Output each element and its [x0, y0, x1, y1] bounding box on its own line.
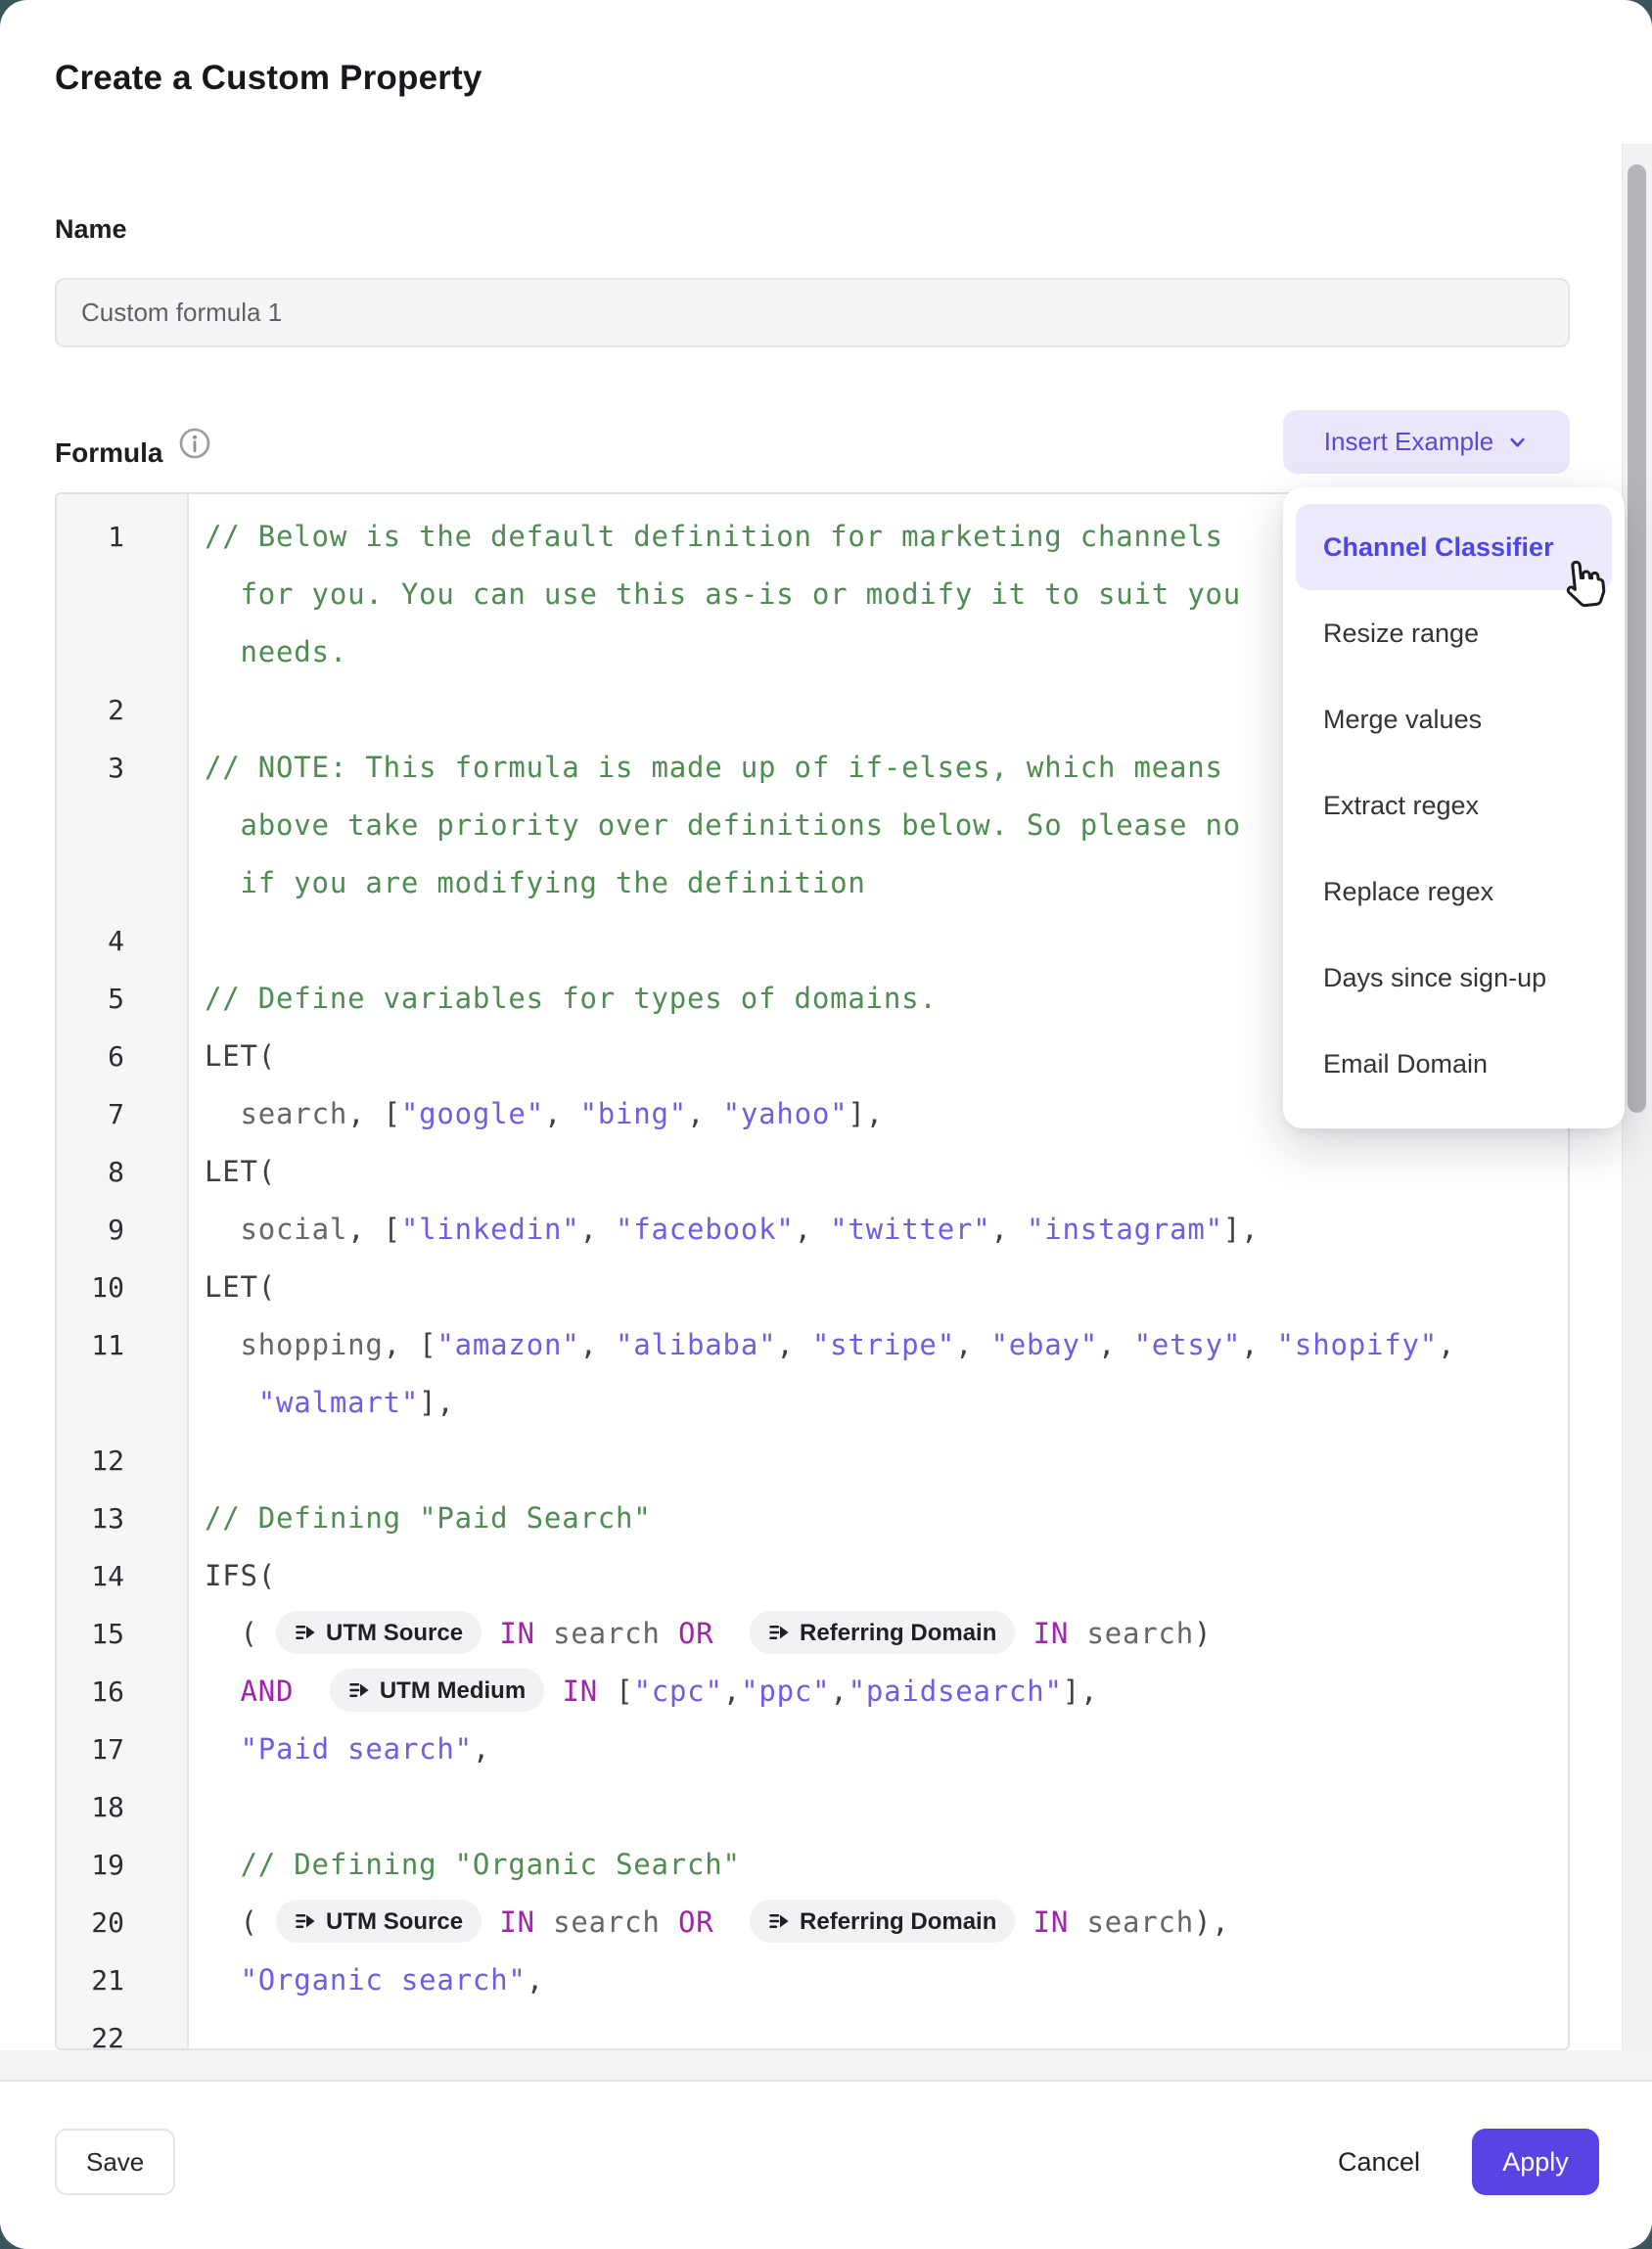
code-row: IFS(: [187, 1547, 1568, 1605]
info-icon[interactable]: [178, 427, 211, 460]
line-number: 11: [57, 1316, 187, 1432]
code-row: ( UTM Source IN search OR Referring Doma…: [187, 1605, 1568, 1663]
field-token-chip[interactable]: Referring Domain: [750, 1900, 1015, 1943]
line-number: 19: [57, 1836, 187, 1894]
code-row: "Organic search",: [187, 1951, 1568, 2009]
line-number: 8: [57, 1143, 187, 1201]
field-token-icon: [295, 1910, 316, 1932]
code-line: 15 ( UTM Source IN search OR Referring D…: [57, 1605, 1568, 1663]
menu-item-extract-regex[interactable]: Extract regex: [1296, 762, 1612, 849]
code-row: social, ["linkedin", "facebook", "twitte…: [187, 1201, 1568, 1259]
apply-button[interactable]: Apply: [1472, 2129, 1599, 2195]
line-number: 13: [57, 1490, 187, 1547]
field-token-chip[interactable]: UTM Source: [276, 1900, 482, 1943]
code-row: // Defining "Organic Search": [187, 1836, 1568, 1894]
line-number: 7: [57, 1085, 187, 1143]
code-line: 10LET(: [57, 1259, 1568, 1316]
code-row: LET(: [187, 1259, 1568, 1316]
field-token-chip[interactable]: Referring Domain: [750, 1611, 1015, 1654]
code-row: "Paid search",: [187, 1721, 1568, 1778]
line-number: 16: [57, 1663, 187, 1721]
code-line: 21 "Organic search",: [57, 1951, 1568, 2009]
code-line: 8LET(: [57, 1143, 1568, 1201]
code-line: 17 "Paid search",: [57, 1721, 1568, 1778]
line-number: 9: [57, 1201, 187, 1259]
code-line: 22: [57, 2009, 1568, 2050]
line-number: 4: [57, 912, 187, 970]
code-line: 20 ( UTM Source IN search OR Referring D…: [57, 1894, 1568, 1951]
create-custom-property-modal: Create a Custom Property Name Formula In…: [0, 0, 1652, 2249]
modal-title: Create a Custom Property: [55, 59, 482, 98]
code-row: shopping, ["amazon", "alibaba", "stripe"…: [187, 1316, 1568, 1374]
code-row: [187, 1432, 1568, 1490]
name-input[interactable]: [55, 278, 1570, 347]
code-line: 12: [57, 1432, 1568, 1490]
line-number: 21: [57, 1951, 187, 2009]
field-token-label: Referring Domain: [800, 1604, 996, 1662]
chevron-down-icon: [1506, 431, 1529, 453]
code-row: [187, 2009, 1568, 2050]
name-label: Name: [55, 214, 127, 245]
code-row: "walmart"],: [187, 1374, 1568, 1432]
field-token-icon: [295, 1622, 316, 1643]
field-token-icon: [348, 1679, 370, 1701]
field-token-icon: [768, 1910, 790, 1932]
code-row: // Defining "Paid Search": [187, 1490, 1568, 1547]
code-line: 13// Defining "Paid Search": [57, 1490, 1568, 1547]
field-token-chip[interactable]: UTM Medium: [330, 1669, 544, 1712]
code-line: 16 AND UTM Medium IN ["cpc","ppc","paids…: [57, 1663, 1568, 1721]
line-number: 18: [57, 1778, 187, 1836]
field-token-label: UTM Source: [326, 1604, 463, 1662]
insert-example-label: Insert Example: [1324, 427, 1493, 457]
menu-item-days-since-sign-up[interactable]: Days since sign-up: [1296, 935, 1612, 1021]
hand-cursor-icon: [1559, 557, 1608, 615]
menu-item-email-domain[interactable]: Email Domain: [1296, 1021, 1612, 1107]
line-number: 6: [57, 1028, 187, 1085]
formula-label: Formula: [55, 437, 162, 469]
vertical-scrollbar-track[interactable]: [1622, 144, 1652, 2050]
field-token-label: UTM Medium: [380, 1662, 526, 1720]
line-number: 15: [57, 1605, 187, 1663]
menu-item-replace-regex[interactable]: Replace regex: [1296, 849, 1612, 935]
line-number: 17: [57, 1721, 187, 1778]
line-number: 22: [57, 2009, 187, 2050]
line-number: 14: [57, 1547, 187, 1605]
line-number: 20: [57, 1894, 187, 1951]
line-number: 1: [57, 508, 187, 681]
line-number: 3: [57, 739, 187, 912]
code-line: 14IFS(: [57, 1547, 1568, 1605]
code-row: [187, 1778, 1568, 1836]
code-row: AND UTM Medium IN ["cpc","ppc","paidsear…: [187, 1663, 1568, 1721]
line-number: 10: [57, 1259, 187, 1316]
vertical-scrollbar-thumb[interactable]: [1628, 164, 1646, 1113]
code-row: ( UTM Source IN search OR Referring Doma…: [187, 1894, 1568, 1951]
menu-item-merge-values[interactable]: Merge values: [1296, 676, 1612, 762]
field-token-chip[interactable]: UTM Source: [276, 1611, 482, 1654]
code-row: LET(: [187, 1143, 1568, 1201]
save-button[interactable]: Save: [55, 2129, 175, 2195]
code-line: 19 // Defining "Organic Search": [57, 1836, 1568, 1894]
line-number: 12: [57, 1432, 187, 1490]
code-line: 9 social, ["linkedin", "facebook", "twit…: [57, 1201, 1568, 1259]
line-number: 2: [57, 681, 187, 739]
code-line: 18: [57, 1778, 1568, 1836]
horizontal-scroll-gutter: [0, 2050, 1652, 2082]
insert-example-button[interactable]: Insert Example: [1283, 410, 1570, 474]
cancel-button[interactable]: Cancel: [1316, 2129, 1442, 2195]
field-token-label: UTM Source: [326, 1893, 463, 1951]
line-number: 5: [57, 970, 187, 1028]
field-token-label: Referring Domain: [800, 1893, 996, 1951]
code-line: 11 shopping, ["amazon", "alibaba", "stri…: [57, 1316, 1568, 1432]
field-token-icon: [768, 1622, 790, 1643]
